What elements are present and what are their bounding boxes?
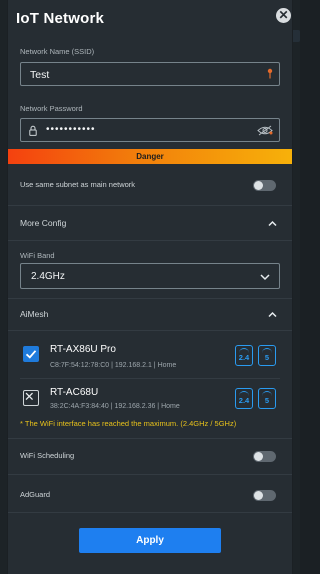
adguard-label: AdGuard — [20, 490, 51, 499]
divider — [8, 474, 292, 475]
node-mac: C8:7F:54:12:78:C0 — [50, 362, 110, 369]
divider — [8, 512, 292, 513]
x-icon — [25, 392, 33, 400]
divider — [8, 438, 292, 439]
divider — [8, 240, 292, 241]
close-icon[interactable]: ✕ — [276, 8, 291, 23]
ssid-label: Network Name (SSID) — [20, 47, 95, 56]
check-icon — [25, 350, 37, 359]
same-subnet-label: Use same subnet as main network — [20, 180, 136, 189]
toggle-knob — [254, 181, 263, 190]
node-location: Home — [161, 403, 180, 410]
divider — [8, 298, 292, 299]
password-strength-bar: Danger — [8, 149, 292, 164]
pin-icon — [267, 68, 273, 79]
password-input[interactable]: ••••••••••• — [20, 118, 280, 142]
band-label: 5 — [264, 396, 270, 405]
band-label: 2.4 — [238, 396, 250, 405]
ssid-value: Test — [30, 69, 50, 81]
node-ip: 192.168.2.1 — [114, 362, 152, 369]
wifi-band-value: 2.4GHz — [31, 271, 65, 282]
hide-password-icon[interactable] — [257, 125, 273, 136]
chevron-down-icon — [260, 274, 270, 281]
node-checkbox-unavailable[interactable] — [23, 390, 39, 406]
ssid-input[interactable]: Test — [20, 62, 280, 86]
apply-button[interactable]: Apply — [79, 528, 221, 553]
node-ip: 192.168.2.36 — [114, 403, 156, 410]
band-label: 5 — [264, 353, 270, 362]
node-checkbox-checked[interactable] — [23, 346, 39, 362]
lock-icon — [29, 125, 37, 136]
password-label: Network Password — [20, 104, 83, 113]
toggle-knob — [254, 491, 263, 500]
wifi-band-label: WiFi Band — [20, 251, 55, 260]
aimesh-title: AiMesh — [20, 309, 49, 319]
node-location: Home — [157, 362, 177, 369]
node-info: C8:7F:54:12:78:C0 | 192.168.2.1 | Home — [50, 362, 177, 369]
band-2.4ghz-icon: 2.4 — [235, 388, 253, 409]
same-subnet-toggle[interactable] — [253, 180, 276, 191]
band-label: 2.4 — [238, 353, 250, 362]
node-mac: 38:2C:4A:F3:84:40 — [50, 403, 109, 410]
password-value: ••••••••••• — [46, 124, 96, 135]
max-interface-warning: * The WiFi interface has reached the max… — [20, 419, 237, 428]
band-2.4ghz-icon: 2.4 — [235, 345, 253, 366]
wifi-scheduling-toggle[interactable] — [253, 451, 276, 462]
wifi-band-select[interactable]: 2.4GHz — [20, 263, 280, 289]
divider — [8, 330, 292, 331]
band-5ghz-icon: 5 — [258, 388, 276, 409]
dialog-title: IoT Network — [16, 10, 105, 27]
divider — [8, 205, 292, 206]
node-name: RT-AC68U — [50, 387, 99, 398]
divider — [20, 378, 280, 379]
chevron-up-icon[interactable] — [268, 310, 277, 319]
node-name: RT-AX86U Pro — [50, 344, 116, 355]
more-config-title: More Config — [20, 218, 67, 228]
toggle-knob — [254, 452, 263, 461]
band-5ghz-icon: 5 — [258, 345, 276, 366]
adguard-toggle[interactable] — [253, 490, 276, 501]
node-info: 38:2C:4A:F3:84:40 | 192.168.2.36 | Home — [50, 403, 180, 410]
wifi-scheduling-label: WiFi Scheduling — [20, 451, 75, 460]
chevron-up-icon[interactable] — [268, 219, 277, 228]
